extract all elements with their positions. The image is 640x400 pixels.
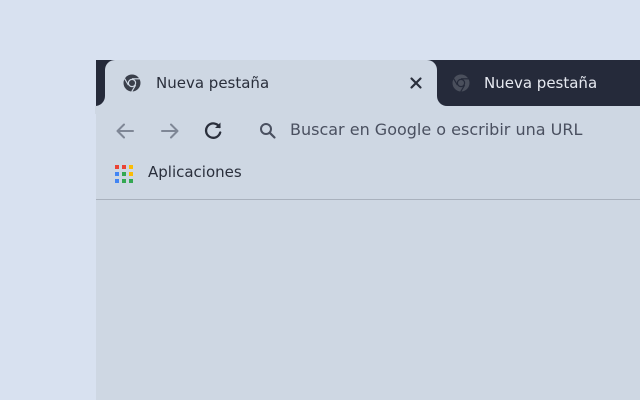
page-content: [96, 200, 640, 400]
browser-window: Nueva pestaña Nueva pestaña Buscar en Go…: [96, 60, 640, 400]
tab-inactive[interactable]: Nueva pestaña: [442, 60, 640, 106]
arrow-left-icon[interactable]: [112, 118, 138, 144]
apps-grid-icon: [115, 165, 133, 183]
bookmarks-bar: Aplicaciones: [96, 156, 640, 198]
tab-title: Nueva pestaña: [484, 74, 598, 92]
tab-title: Nueva pestaña: [156, 74, 270, 92]
bookmark-label: Aplicaciones: [148, 163, 242, 181]
omnibox-input[interactable]: Buscar en Google o escribir una URL: [290, 119, 582, 141]
tab-strip: Nueva pestaña Nueva pestaña: [96, 60, 640, 106]
toolbar: Buscar en Google o escribir una URL: [96, 106, 640, 156]
chrome-logo-icon: [123, 74, 141, 92]
tab-active[interactable]: Nueva pestaña: [105, 60, 437, 106]
reload-icon[interactable]: [200, 118, 226, 144]
search-icon: [260, 123, 276, 139]
chrome-logo-icon: [452, 74, 470, 92]
close-icon[interactable]: [407, 74, 425, 92]
arrow-right-icon[interactable]: [157, 118, 183, 144]
